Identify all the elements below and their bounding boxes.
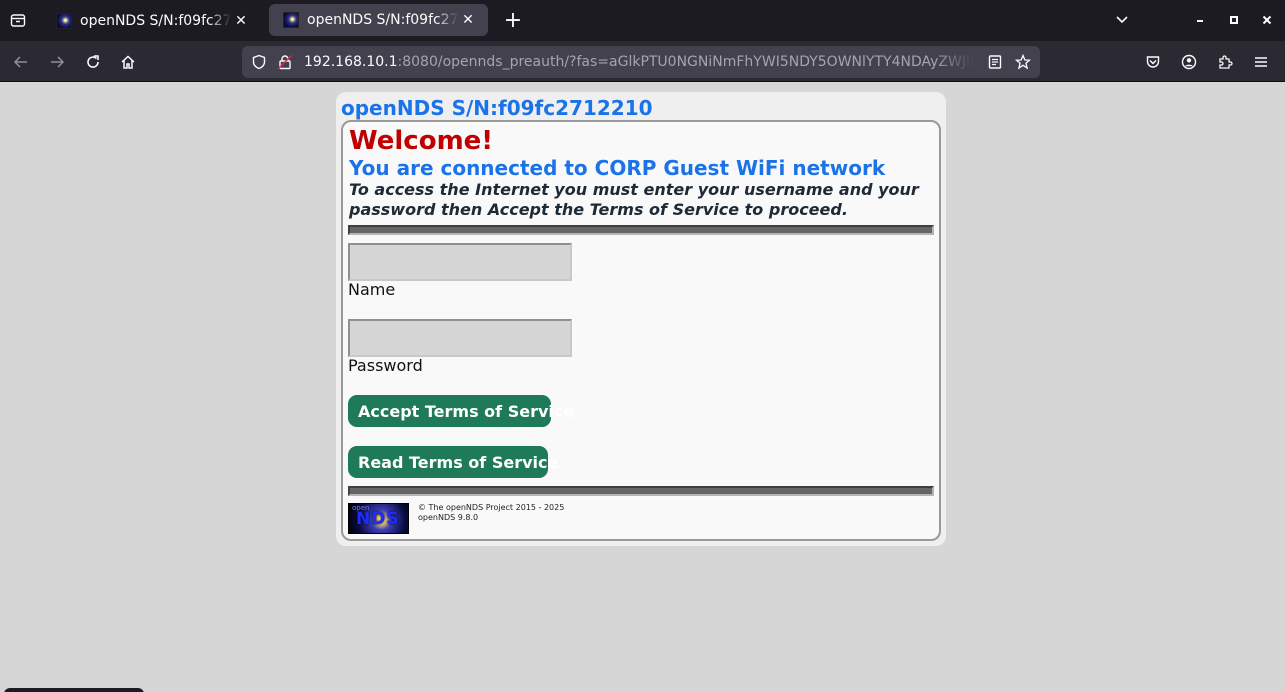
forward-arrow-icon[interactable] [42,47,72,77]
bookmark-star-icon[interactable] [1014,53,1032,71]
footer-version-line: openNDS 9.8.0 [418,513,479,522]
tab-2-active[interactable]: openNDS S/N:f09fc2712210 ✕ [269,4,488,36]
account-icon[interactable] [1174,47,1204,77]
close-tab-icon[interactable]: ✕ [458,10,478,30]
opennds-favicon-icon [56,12,72,29]
tracking-protection-shield-icon[interactable] [250,53,268,71]
menu-hamburger-icon[interactable] [1246,47,1276,77]
portal-header-title: openNDS S/N:f09fc2712210 [341,96,653,120]
opennds-logo: open NDS [348,503,409,534]
login-instructions: To access the Internet you must enter yo… [349,180,919,219]
footer-copyright-line: © The openNDS Project 2015 - 2025 [418,503,565,512]
portal-container: openNDS S/N:f09fc2712210 Welcome! You ar… [336,92,946,546]
url-text[interactable]: 192.168.10.1:8080/opennds_preauth/?fas=a… [304,46,974,78]
back-arrow-icon[interactable] [6,47,36,77]
divider-bottom [348,486,934,496]
url-path: :8080/opennds_preauth/?fas=aGlkPTU0NGNiN… [397,54,974,70]
status-tooltip-edge [4,688,144,692]
network-connected-heading: You are connected to CORP Guest WiFi net… [349,156,886,180]
url-host: 192.168.10.1 [304,54,398,70]
divider-top [348,225,934,235]
home-icon[interactable] [113,47,143,77]
extensions-puzzle-icon[interactable] [1210,47,1240,77]
password-input[interactable] [348,319,572,357]
name-input[interactable] [348,243,572,281]
read-terms-button[interactable]: Read Terms of Service [348,446,558,478]
reader-view-icon[interactable] [986,53,1004,71]
welcome-heading: Welcome! [349,126,494,156]
close-window-icon[interactable] [1253,6,1281,34]
accept-terms-button[interactable]: Accept Terms of Service [348,395,574,427]
tab-1[interactable]: openNDS S/N:f09fc2712210 ✕ [42,0,261,41]
opennds-favicon-icon [283,12,299,28]
new-tab-button[interactable]: + [499,6,527,34]
tab-title: openNDS S/N:f09fc2712210 [307,12,458,28]
pocket-icon[interactable] [1138,47,1168,77]
tab-title: openNDS S/N:f09fc2712210 [80,12,231,29]
tab-bar: openNDS S/N:f09fc2712210 ✕ openNDS S/N:f… [0,0,1285,41]
password-label: Password [348,356,423,375]
maximize-window-icon[interactable] [1220,6,1248,34]
close-tab-icon[interactable]: ✕ [231,11,251,31]
footer-copyright: © The openNDS Project 2015 - 2025 openND… [418,503,564,523]
tab-list-icon[interactable] [4,6,32,34]
insecure-lock-icon[interactable] [276,53,294,71]
reload-icon[interactable] [78,47,108,77]
logo-text: NDS [356,509,400,529]
login-card: Welcome! You are connected to CORP Guest… [341,120,941,541]
navigation-bar: 192.168.10.1:8080/opennds_preauth/?fas=a… [0,41,1285,82]
url-bar[interactable]: 192.168.10.1:8080/opennds_preauth/?fas=a… [242,46,1040,78]
name-label: Name [348,280,396,299]
minimize-window-icon[interactable] [1186,6,1214,34]
tab-overflow-chevron-down-icon[interactable] [1108,6,1136,34]
